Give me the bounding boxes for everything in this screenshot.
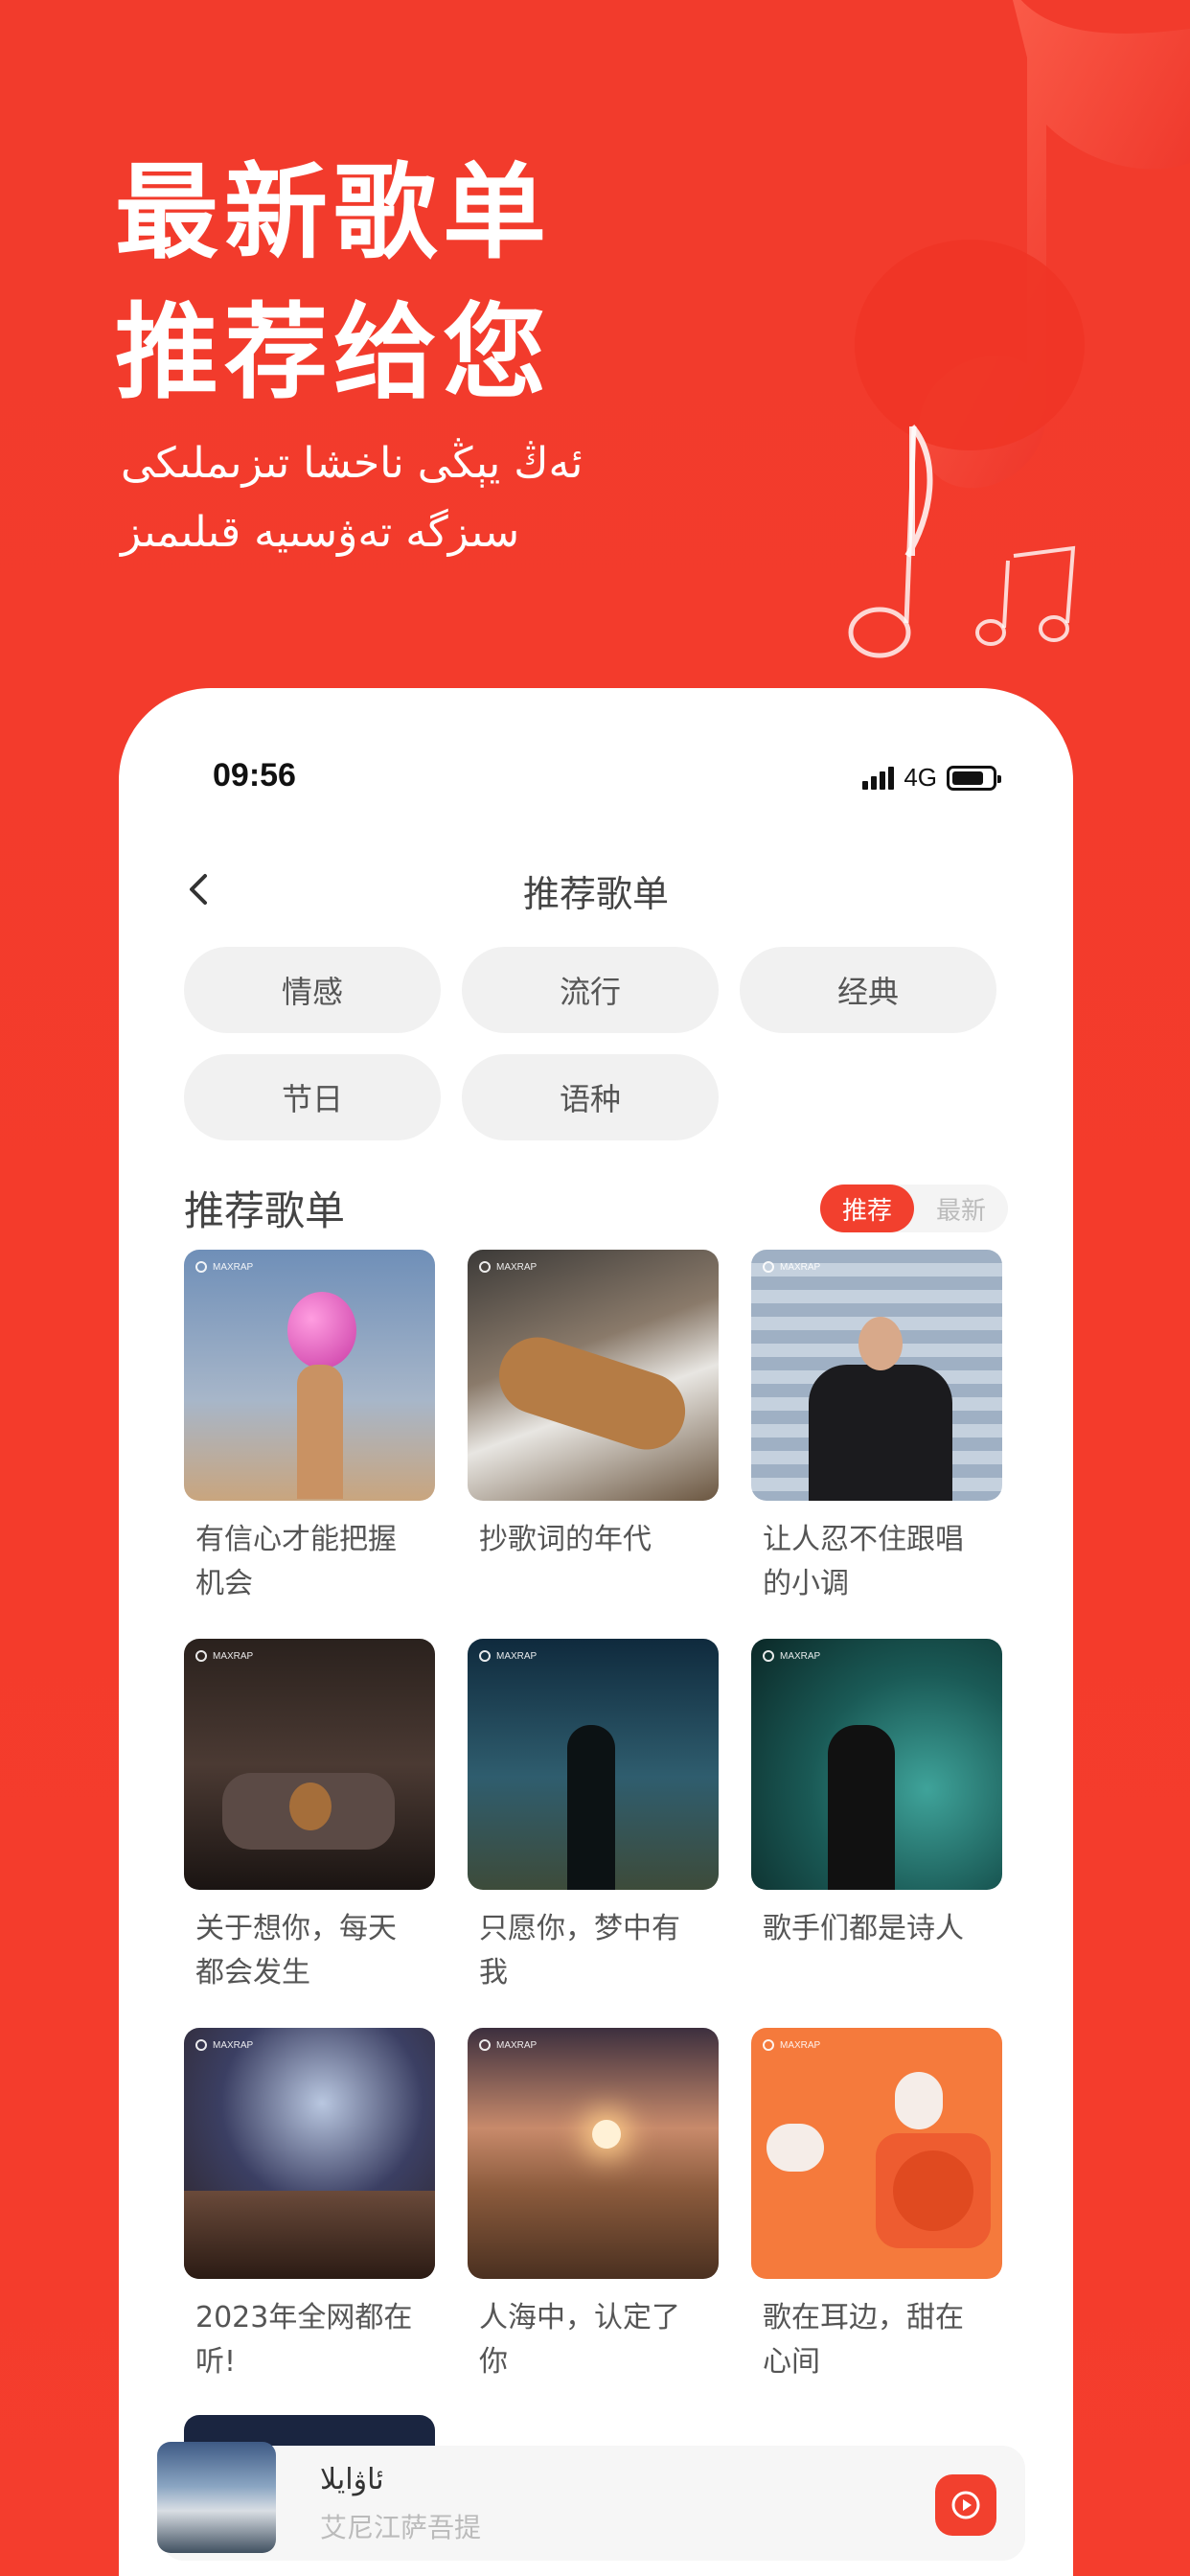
playlist-title: 只愿你，梦中有我 bbox=[479, 1912, 680, 1990]
promo-headline-line2: 推荐给您 bbox=[115, 293, 553, 413]
now-playing-song: ئاۋايلا bbox=[320, 2463, 384, 2496]
sort-recommended-tab[interactable]: 推荐 bbox=[820, 1184, 914, 1232]
playlist-cover: MAXRAP bbox=[468, 1250, 719, 1501]
playlist-cover: MAXRAP bbox=[751, 1250, 1002, 1501]
status-bar: 09:56 4G bbox=[119, 757, 1073, 815]
playlist-card[interactable]: MAXRAP 歌在耳边，甜在心间 bbox=[751, 2028, 1002, 2417]
brand-logo: MAXRAP bbox=[479, 1650, 537, 1662]
promo-subline-line1: ئەڭ يېڭى ناخشا تىزىملىكى bbox=[121, 439, 584, 488]
sort-latest-tab[interactable]: 最新 bbox=[914, 1184, 1008, 1232]
playlist-card[interactable]: MAXRAP 人海中，认定了你 bbox=[468, 2028, 719, 2417]
phone-frame: 09:56 4G 推荐歌单 情感 流行 经典 节日 语种 推荐歌单 推荐 最新 bbox=[119, 688, 1073, 2576]
promo-headline-line1: 最新歌单 bbox=[115, 153, 553, 273]
category-chip-pop[interactable]: 流行 bbox=[462, 947, 719, 1033]
playlist-card[interactable]: MAXRAP 歌手们都是诗人 bbox=[751, 1639, 1002, 2028]
play-button[interactable] bbox=[935, 2474, 996, 2536]
playlist-title: 关于想你，每天都会发生 bbox=[195, 1912, 397, 1990]
navbar: 推荐歌单 bbox=[119, 851, 1073, 928]
now-playing-cover bbox=[157, 2442, 276, 2553]
category-chip-emotion[interactable]: 情感 bbox=[184, 947, 441, 1033]
play-icon bbox=[951, 2491, 980, 2519]
playlist-title: 2023年全网都在听! bbox=[195, 2301, 413, 2379]
mini-player[interactable]: ئاۋايلا 艾尼江萨吾提 bbox=[157, 2442, 1025, 2561]
brand-logo: MAXRAP bbox=[763, 1261, 820, 1273]
signal-icon bbox=[862, 766, 895, 790]
brand-logo: MAXRAP bbox=[479, 2039, 537, 2051]
playlist-title: 歌手们都是诗人 bbox=[763, 1912, 964, 1945]
playlist-title: 歌在耳边，甜在心间 bbox=[763, 2301, 964, 2379]
brand-logo: MAXRAP bbox=[479, 1261, 537, 1273]
playlist-cover: MAXRAP bbox=[184, 1639, 435, 1890]
brand-logo: MAXRAP bbox=[195, 2039, 253, 2051]
playlist-cover: MAXRAP bbox=[184, 2028, 435, 2279]
status-time: 09:56 bbox=[213, 757, 296, 794]
sort-toggle: 推荐 最新 bbox=[820, 1184, 1008, 1232]
section-title: 推荐歌单 bbox=[184, 1187, 346, 1234]
playlist-card[interactable]: MAXRAP 让人忍不住跟唱的小调 bbox=[751, 1250, 1002, 1639]
playlist-cover: MAXRAP bbox=[468, 2028, 719, 2279]
brand-logo: MAXRAP bbox=[763, 1650, 820, 1662]
promo-headline: 最新歌单 推荐给您 bbox=[115, 144, 552, 424]
playlist-title: 人海中，认定了你 bbox=[479, 2301, 680, 2379]
category-chip-classic[interactable]: 经典 bbox=[740, 947, 996, 1033]
category-chip-holiday[interactable]: 节日 bbox=[184, 1054, 441, 1140]
brand-logo: MAXRAP bbox=[195, 1650, 253, 1662]
playlist-cover: MAXRAP bbox=[751, 1639, 1002, 1890]
playlist-card[interactable]: MAXRAP 2023年全网都在听! bbox=[184, 2028, 435, 2417]
playlist-title: 让人忍不住跟唱的小调 bbox=[763, 1523, 964, 1600]
playlist-title: 抄歌词的年代 bbox=[479, 1523, 652, 1556]
page-title: 推荐歌单 bbox=[522, 873, 669, 915]
brand-logo: MAXRAP bbox=[195, 1261, 253, 1273]
playlist-cover: MAXRAP bbox=[468, 1639, 719, 1890]
category-chips: 情感 流行 经典 节日 语种 bbox=[184, 947, 1008, 1140]
section-header: 推荐歌单 推荐 最新 bbox=[184, 1175, 1008, 1234]
promo-subline: ئەڭ يېڭى ناخشا تىزىملىكى سىزگە تەۋسىيە ق… bbox=[121, 429, 619, 567]
playlist-card[interactable]: MAXRAP 关于想你，每天都会发生 bbox=[184, 1639, 435, 2028]
playlist-card[interactable]: MAXRAP 有信心才能把握机会 bbox=[184, 1250, 435, 1639]
status-indicators: 4G bbox=[862, 763, 1001, 793]
brand-logo: MAXRAP bbox=[763, 2039, 820, 2051]
playlist-card[interactable]: MAXRAP 只愿你，梦中有我 bbox=[468, 1639, 719, 2028]
battery-icon bbox=[947, 765, 1001, 791]
playlist-title: 有信心才能把握机会 bbox=[195, 1523, 397, 1600]
music-note-illustration bbox=[848, 0, 1190, 658]
playlist-cover: MAXRAP bbox=[184, 1250, 435, 1501]
category-chip-language[interactable]: 语种 bbox=[462, 1054, 719, 1140]
playlist-cover: MAXRAP bbox=[751, 2028, 1002, 2279]
playlist-card[interactable]: MAXRAP 抄歌词的年代 bbox=[468, 1250, 719, 1639]
now-playing-artist: 艾尼江萨吾提 bbox=[320, 2512, 482, 2543]
promo-subline-line2: سىزگە تەۋسىيە قىلىمىز bbox=[121, 508, 520, 557]
network-label: 4G bbox=[904, 763, 937, 792]
playlist-grid: MAXRAP 有信心才能把握机会 MAXRAP 抄歌词的年代 MAXRAP 让人… bbox=[184, 1250, 1010, 2417]
